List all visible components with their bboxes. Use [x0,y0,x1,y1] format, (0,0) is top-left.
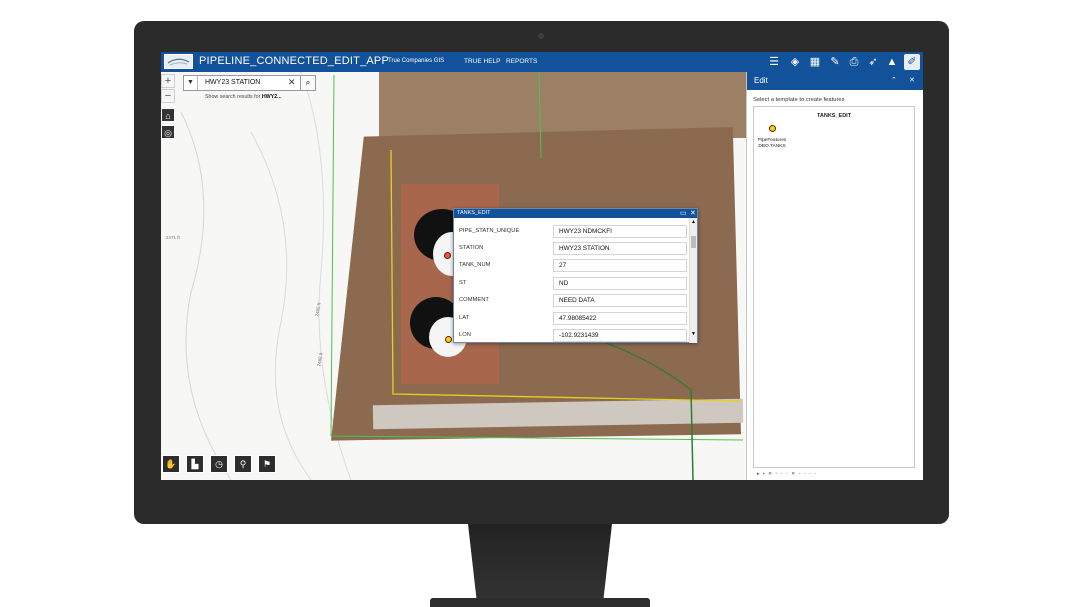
field-input[interactable]: HWY23 STATION [553,242,687,255]
collapse-icon[interactable]: ⌃ [891,72,897,90]
popup-header: TANKS_EDIT ▭ ✕ [454,209,697,218]
template-item-label: PipeFeatures DBO.TANKS [757,138,787,149]
data-icon[interactable]: ▙ [186,455,204,473]
scroll-thumb[interactable] [691,236,696,248]
template-group-title: TANKS_EDIT [816,113,852,119]
field-label: TANK_NUM [459,262,491,268]
search-input[interactable]: HWY23 STATION [205,79,260,86]
scroll-down-icon[interactable]: ▼ [691,331,696,337]
template-hint: Select a template to create features [753,97,845,103]
feature-marker[interactable] [444,252,451,259]
search-source-dropdown[interactable]: ▼ [184,76,198,90]
field-label: ST [459,280,467,286]
maximize-icon[interactable]: ▭ [680,209,687,218]
search-suggestion[interactable]: Show search results for HWY2... [205,94,282,100]
field-input[interactable]: HWY23 NDMCKFI [553,225,687,238]
field-input[interactable]: NEED DATA [553,294,687,307]
home-button[interactable]: ⌂ [161,108,175,122]
locate-button[interactable]: ◎ [161,125,175,139]
field-row: ST ND [454,275,689,292]
reports-link[interactable]: REPORTS [506,58,537,65]
field-label: PIPE_STATN_UNIQUE [459,228,520,234]
basemap-icon[interactable]: ▦ [807,54,823,70]
field-input[interactable]: 27 [553,259,687,272]
monitor-base [430,598,650,607]
location-icon[interactable]: ⚲ [234,455,252,473]
edit-panel: Edit ⌃ ✕ Select a template to create fea… [746,72,923,480]
popup-scrollbar[interactable]: ▲ ▼ [689,218,697,343]
zoom-in-button[interactable]: + [161,74,175,88]
select-icon[interactable]: ✋ [162,455,180,473]
zoom-out-button[interactable]: − [161,89,175,103]
screen: PIPELINE_CONNECTED_EDIT_APP True Compani… [161,52,923,480]
field-row: PIPE_STATN_UNIQUE HWY23 NDMCKFI [454,223,689,240]
list-icon[interactable]: ☰ [766,54,782,70]
app-header: PIPELINE_CONNECTED_EDIT_APP True Compani… [161,52,923,72]
field-row: LAT 47.98085422 [454,310,689,327]
field-row: STATION HWY23 STATION [454,240,689,257]
field-label: COMMENT [459,297,489,303]
dashboard-icon[interactable]: ◷ [210,455,228,473]
directions-icon[interactable]: ➶ [865,54,881,70]
edit-panel-title: Edit [754,76,768,85]
app-subtitle: True Companies GIS [388,58,445,64]
field-input[interactable]: 47.98085422 [553,312,687,325]
field-row: TANK_NUM 27 [454,257,689,274]
field-label: LAT [459,315,470,321]
scroll-up-icon[interactable]: ▲ [691,219,696,225]
measure-icon[interactable]: ✎ [827,54,843,70]
search-box: ▼ HWY23 STATION ✕ ⌕ [183,75,316,91]
field-input[interactable]: -102.9231439 [553,329,687,342]
template-item[interactable]: PipeFeatures DBO.TANKS [757,125,787,150]
field-row: COMMENT NEED DATA [454,292,689,309]
template-picker: TANKS_EDIT PipeFeatures DBO.TANKS [753,106,915,468]
popup-title: TANKS_EDIT [457,210,491,216]
company-logo [164,54,193,69]
edit-toolbar[interactable]: ▸ ▪ ✕ ▫ ◦ ◦ ✕ ◦ ◦ ◦ ◦ [757,471,817,477]
close-icon[interactable]: ✕ [690,209,696,218]
clear-search-icon[interactable]: ✕ [288,77,296,88]
panel-close-icon[interactable]: ✕ [909,72,915,90]
field-row: LON -102.9231439 [454,327,689,344]
feature-marker-selected[interactable] [445,336,452,343]
attribute-popup: TANKS_EDIT ▭ ✕ PIPE_STATN_UNIQUE HWY23 N… [453,208,698,343]
tank-symbol-icon [769,125,776,132]
warning-icon[interactable]: ▲ [884,54,900,70]
camera-dot [538,33,544,39]
map-view[interactable]: + − ⌂ ◎ ▼ HWY23 STATION ✕ ⌕ Show search … [161,72,746,480]
field-label: STATION [459,245,484,251]
field-input[interactable]: ND [553,277,687,290]
contour-label: 2471 ft [166,235,180,240]
field-label: LON [459,332,471,338]
edit-icon[interactable]: ✐ [904,54,920,70]
edit-panel-header: Edit ⌃ ✕ [747,72,923,90]
monitor-stand [468,524,612,600]
print-icon[interactable]: ⎙ [846,54,862,70]
search-icon[interactable]: ⌕ [300,75,316,91]
app-title: PIPELINE_CONNECTED_EDIT_APP [199,55,390,67]
true-help-link[interactable]: TRUE HELP [464,58,500,65]
layers-icon[interactable]: ◈ [787,54,803,70]
report-icon[interactable]: ⚑ [258,455,276,473]
